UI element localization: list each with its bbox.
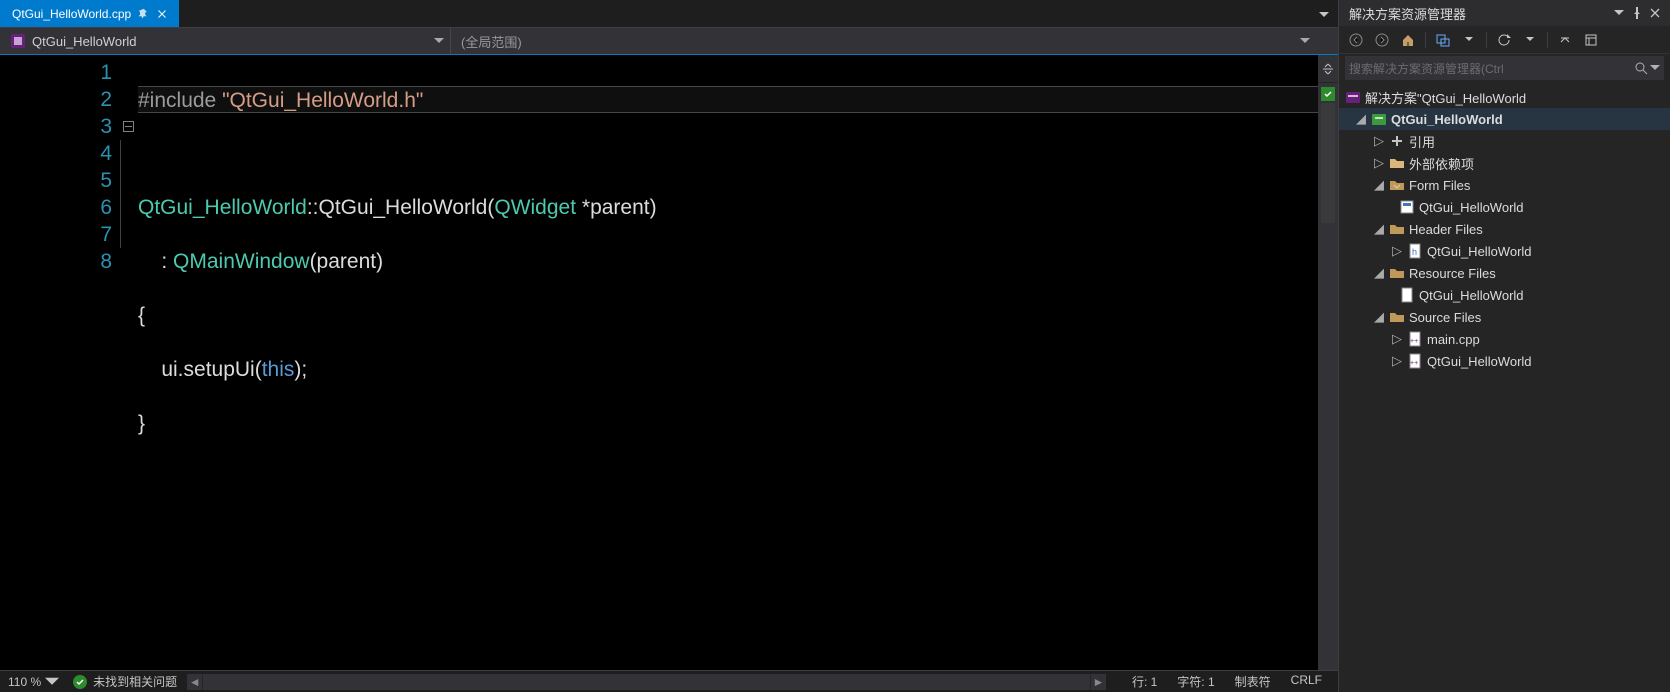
line-gutter: 12345678 <box>0 55 120 670</box>
panel-title-text: 解决方案资源管理器 <box>1349 4 1466 23</box>
source-main-item[interactable]: ▷ ++ main.cpp <box>1339 328 1670 350</box>
status-col[interactable]: 字符: 1 <box>1177 673 1214 690</box>
resource-files-folder[interactable]: ◢ Resource Files <box>1339 262 1670 284</box>
solution-tree[interactable]: 解决方案"QtGui_HelloWorld ◢ QtGui_HelloWorld… <box>1339 84 1670 692</box>
split-editor-button[interactable] <box>1318 55 1338 83</box>
svg-text:++: ++ <box>1410 338 1418 345</box>
header-file-item[interactable]: ▷ h QtGui_HelloWorld <box>1339 240 1670 262</box>
scroll-left-icon[interactable]: ◄ <box>187 674 203 690</box>
navigation-bar: QtGui_HelloWorld (全局范围) <box>0 27 1338 55</box>
properties-icon[interactable] <box>1580 29 1602 51</box>
expand-toggle-icon[interactable]: ▷ <box>1373 135 1385 147</box>
refresh-icon[interactable] <box>1493 29 1515 51</box>
sync-icon[interactable] <box>1432 29 1454 51</box>
form-file-item[interactable]: QtGui_HelloWorld <box>1339 196 1670 218</box>
status-line-ending[interactable]: CRLF <box>1291 673 1322 690</box>
chevron-down-icon <box>434 38 444 44</box>
active-tab[interactable]: QtGui_HelloWorld.cpp <box>0 0 179 27</box>
svg-text:h: h <box>1412 247 1417 257</box>
fold-column[interactable] <box>120 55 136 670</box>
health-indicator-icon[interactable] <box>1321 87 1335 101</box>
status-row[interactable]: 行: 1 <box>1132 673 1157 690</box>
status-tabs[interactable]: 制表符 <box>1235 673 1271 690</box>
filter-folder-icon <box>1389 221 1405 237</box>
close-icon[interactable] <box>1646 4 1664 22</box>
external-deps-node[interactable]: ▷ 外部依赖项 <box>1339 152 1670 174</box>
cpp-file-icon: ++ <box>1407 331 1423 347</box>
expand-toggle-icon[interactable]: ◢ <box>1373 223 1385 235</box>
solution-search-input[interactable]: 搜索解决方案资源管理器(Ctrl <box>1345 56 1664 80</box>
zoom-level[interactable]: 110 % <box>0 675 45 689</box>
nav-scope-label: (全局范围) <box>461 32 522 51</box>
filter-folder-icon <box>1389 265 1405 281</box>
ui-file-icon <box>1399 199 1415 215</box>
folder-icon <box>1389 155 1405 171</box>
solution-toolbar <box>1339 26 1670 54</box>
pin-icon[interactable] <box>137 8 149 20</box>
h-file-icon: h <box>1407 243 1423 259</box>
project-icon <box>1371 111 1387 127</box>
pin-icon[interactable] <box>1628 4 1646 22</box>
horizontal-scrollbar[interactable]: ◄► <box>187 674 1106 690</box>
nav-scope-dropdown[interactable]: (全局范围) <box>450 28 1320 54</box>
search-icon <box>1634 61 1648 75</box>
expand-toggle-icon[interactable]: ▷ <box>1391 355 1403 367</box>
nav-class-label: QtGui_HelloWorld <box>32 34 137 49</box>
chevron-down-icon <box>1300 38 1310 44</box>
expand-toggle-icon[interactable]: ▷ <box>1373 157 1385 169</box>
filter-folder-icon <box>1389 177 1405 193</box>
forward-button[interactable] <box>1371 29 1393 51</box>
editor-statusbar: 110 % 未找到相关问题 ◄► 行: 1 字符: 1 制表符 CRLF <box>0 670 1338 692</box>
svg-text:++: ++ <box>1410 360 1418 367</box>
fold-toggle-icon[interactable] <box>123 121 134 132</box>
document-tabs: QtGui_HelloWorld.cpp <box>0 0 1338 27</box>
filter-folder-icon <box>1389 309 1405 325</box>
back-button[interactable] <box>1345 29 1367 51</box>
code-editor[interactable]: 12345678 #include "QtGui_HelloWorld.h" Q… <box>0 55 1338 670</box>
solution-icon <box>1345 89 1361 105</box>
search-placeholder: 搜索解决方案资源管理器(Ctrl <box>1349 60 1634 77</box>
overview-scrollbar[interactable] <box>1321 103 1335 223</box>
chevron-down-icon[interactable] <box>1650 65 1660 71</box>
header-files-folder[interactable]: ◢ Header Files <box>1339 218 1670 240</box>
code-content[interactable]: #include "QtGui_HelloWorld.h" QtGui_Hell… <box>136 55 1318 670</box>
scroll-right-icon[interactable]: ► <box>1090 674 1106 690</box>
expand-toggle-icon[interactable]: ◢ <box>1355 113 1367 125</box>
references-icon <box>1389 133 1405 149</box>
expand-toggle-icon[interactable]: ◢ <box>1373 311 1385 323</box>
collapse-icon[interactable] <box>1554 29 1576 51</box>
home-icon[interactable] <box>1397 29 1419 51</box>
tab-filename: QtGui_HelloWorld.cpp <box>12 7 131 21</box>
source-file-item[interactable]: ▷ ++ QtGui_HelloWorld <box>1339 350 1670 372</box>
nav-class-dropdown[interactable]: QtGui_HelloWorld <box>0 28 450 54</box>
chevron-down-icon[interactable] <box>45 675 59 689</box>
tab-overflow-button[interactable] <box>1314 4 1334 24</box>
expand-toggle-icon[interactable]: ◢ <box>1373 179 1385 191</box>
solution-root[interactable]: 解决方案"QtGui_HelloWorld <box>1339 86 1670 108</box>
toolbar-dropdown-icon[interactable] <box>1519 29 1541 51</box>
references-node[interactable]: ▷ 引用 <box>1339 130 1670 152</box>
file-icon <box>1399 287 1415 303</box>
expand-toggle-icon[interactable]: ▷ <box>1391 245 1403 257</box>
panel-dropdown-button[interactable] <box>1610 4 1628 22</box>
cpp-file-icon: ++ <box>1407 353 1423 369</box>
close-icon[interactable] <box>155 7 169 21</box>
issues-ok-icon[interactable] <box>73 675 87 689</box>
project-node[interactable]: ◢ QtGui_HelloWorld <box>1339 108 1670 130</box>
issues-text[interactable]: 未找到相关问题 <box>93 673 177 690</box>
resource-file-item[interactable]: QtGui_HelloWorld <box>1339 284 1670 306</box>
source-files-folder[interactable]: ◢ Source Files <box>1339 306 1670 328</box>
panel-titlebar[interactable]: 解决方案资源管理器 <box>1339 0 1670 26</box>
expand-toggle-icon[interactable]: ▷ <box>1391 333 1403 345</box>
form-files-folder[interactable]: ◢ Form Files <box>1339 174 1670 196</box>
class-icon <box>10 33 26 49</box>
solution-explorer-panel: 解决方案资源管理器 搜索解决方案资源管理器(Ctrl 解决方案"QtGui_He… <box>1338 0 1670 692</box>
toolbar-dropdown-icon[interactable] <box>1458 29 1480 51</box>
expand-toggle-icon[interactable]: ◢ <box>1373 267 1385 279</box>
editor-right-column <box>1318 55 1338 670</box>
